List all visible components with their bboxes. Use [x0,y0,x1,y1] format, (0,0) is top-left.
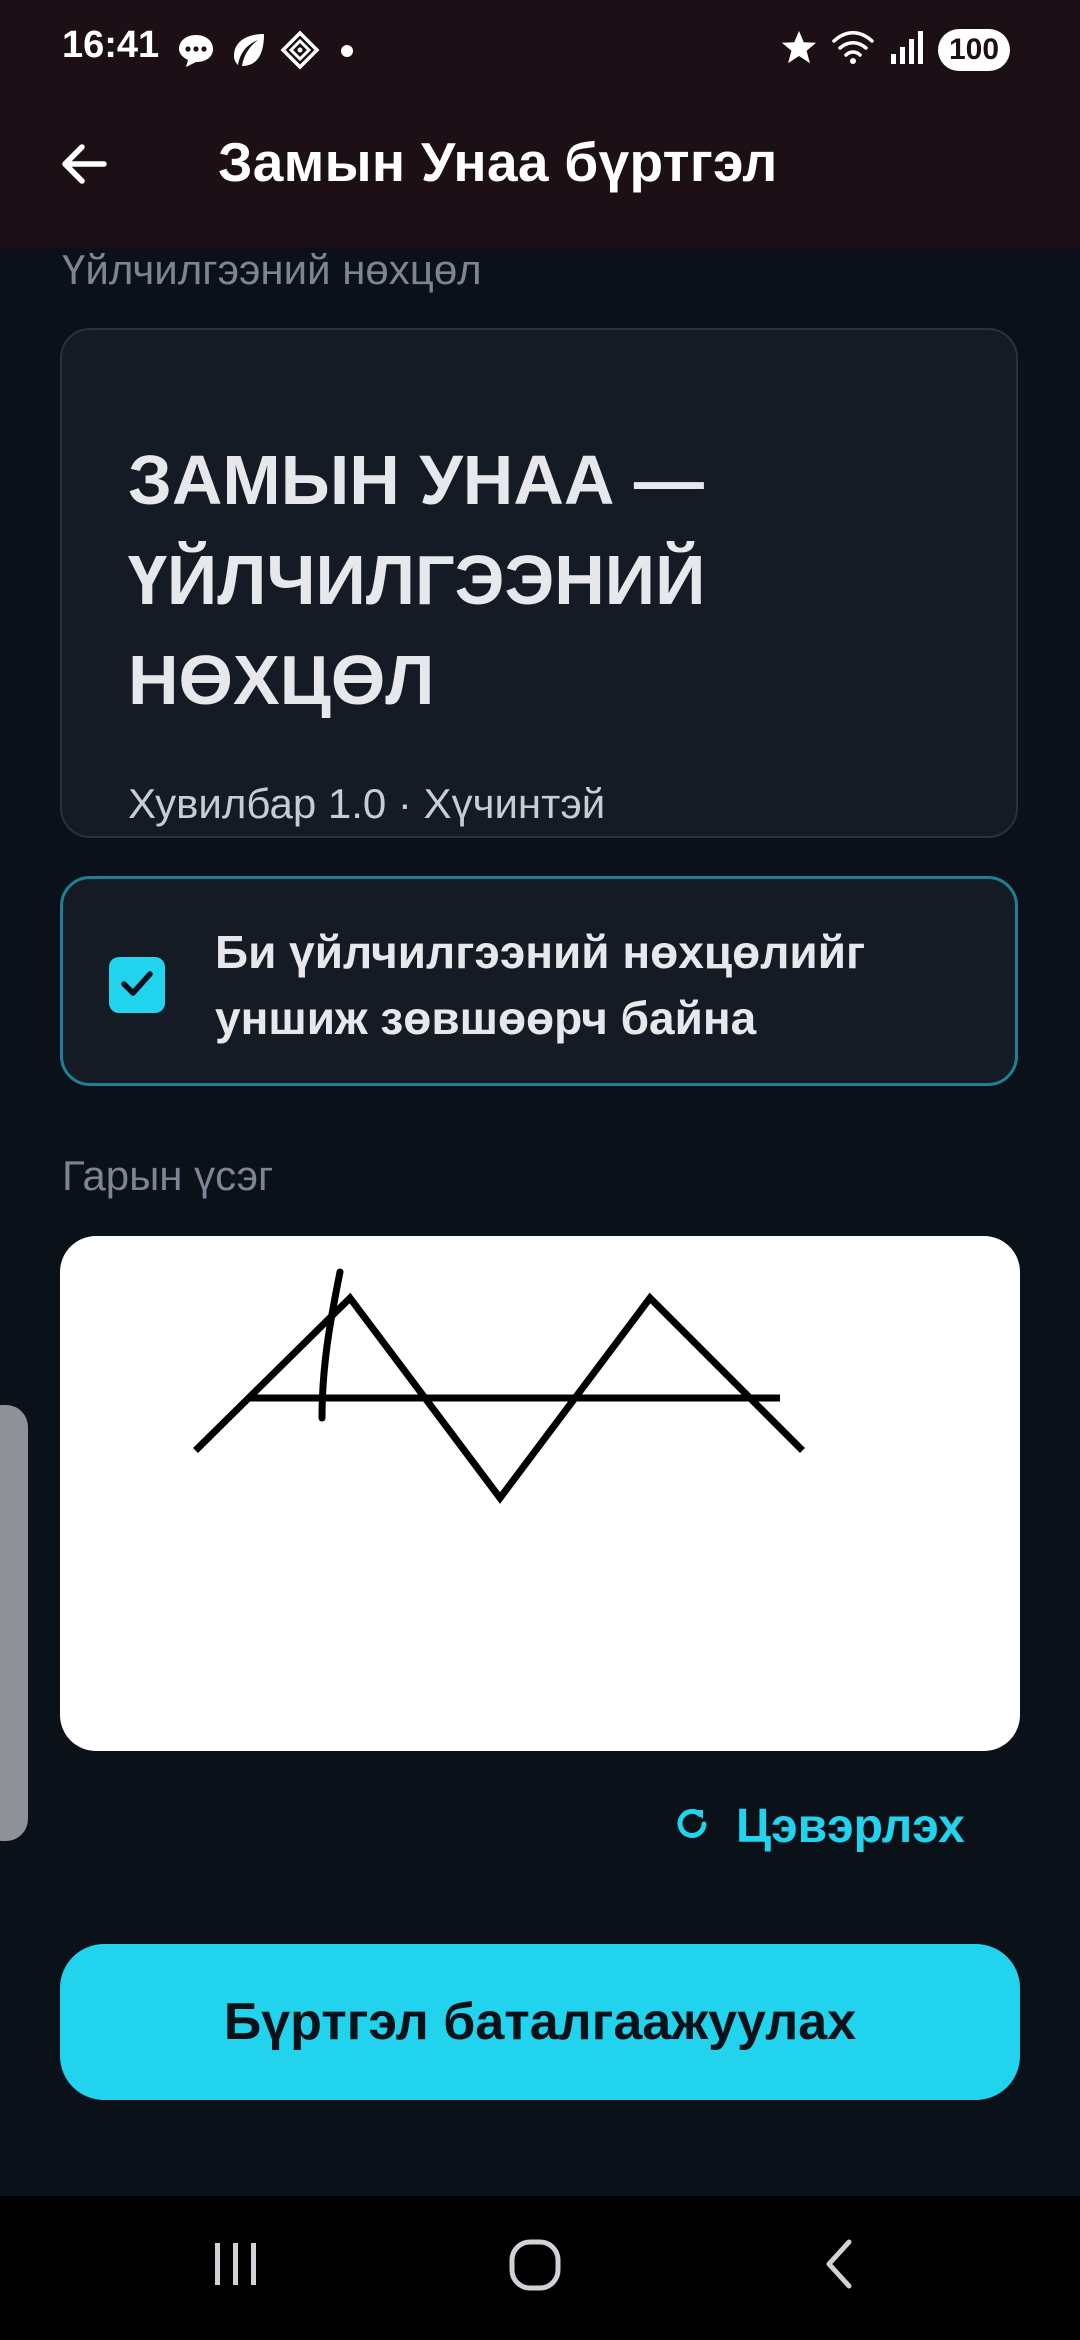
signature-drawing [193,1268,805,1504]
battery-indicator: 100 [938,28,1010,71]
signal-icon [888,28,926,71]
agree-label: Би үйлчилгээний нөхцөлийг уншиж зөвшөөрч… [215,926,866,1044]
signature-pad[interactable] [60,1236,1020,1751]
chat-bubble-icon [176,30,216,75]
terms-card[interactable]: ЗАМЫН УНАА — ҮЙЛЧИЛГЭЭНИЙ НӨХЦӨЛ Хувилба… [60,328,1018,838]
recent-apps-button[interactable] [176,2216,296,2316]
back-nav-icon [815,2234,865,2299]
agree-checkbox[interactable] [109,957,165,1013]
edge-panel-handle[interactable] [0,1405,28,1841]
page-title: Замын Унаа бүртгэл [218,131,778,193]
home-icon [506,2234,566,2299]
status-notifications [176,30,362,75]
terms-section-label: Үйлчилгээний нөхцөл [62,246,482,293]
home-button[interactable] [476,2216,596,2316]
diamond-app-icon [280,30,320,75]
wifi-icon [830,28,876,71]
confirm-registration-button[interactable]: Бүртгэл баталгаажуулах [60,1944,1020,2100]
clear-label: Цэвэрлэх [736,1799,965,1853]
status-system: 100 [780,28,1010,71]
back-nav-button[interactable] [780,2216,900,2316]
navigation-bar [0,2196,1080,2340]
agree-terms-checkbox-row[interactable]: Би үйлчилгээний нөхцөлийг уншиж зөвшөөрч… [60,876,1018,1086]
refresh-icon [670,1802,714,1851]
screen: 16:41 100 Замын Унаа бүртгэл Үйлчилгээни… [0,0,1080,2340]
star-icon [780,28,818,71]
arrow-left-icon [56,136,112,197]
recent-apps-icon [206,2237,266,2296]
signature-section-label: Гарын үсэг [62,1152,274,1199]
check-icon [115,961,159,1010]
clear-signature-button[interactable]: Цэвэрлэх [670,1790,965,1862]
dot-icon [332,30,362,75]
status-time: 16:41 [62,24,160,66]
terms-heading: ЗАМЫН УНАА — ҮЙЛЧИЛГЭЭНИЙ НӨХЦӨЛ [128,441,706,719]
top-bar: 16:41 100 Замын Унаа бүртгэл [0,0,1080,248]
terms-excerpt: Хувилбар 1.0 · Хүчинтэй [128,780,606,827]
back-button[interactable] [40,122,128,210]
leaf-icon [228,30,268,75]
